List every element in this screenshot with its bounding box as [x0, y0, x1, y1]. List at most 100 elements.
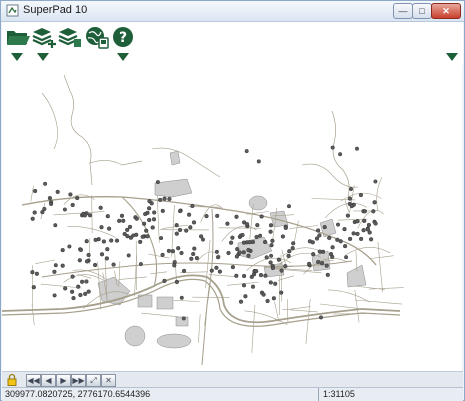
map-point — [194, 256, 199, 261]
map-point — [244, 149, 249, 154]
map-point — [342, 227, 347, 232]
map-point — [372, 200, 377, 205]
map-point — [322, 225, 327, 230]
road-line — [53, 211, 105, 216]
map-point — [276, 257, 281, 262]
road-line — [141, 312, 179, 318]
polygon-layer — [97, 150, 367, 349]
map-point — [234, 273, 239, 278]
road-line — [249, 203, 254, 240]
map-point — [280, 234, 285, 239]
map-point — [351, 231, 356, 236]
map-point — [254, 234, 259, 240]
add-layer-dropdown-arrow[interactable] — [37, 53, 49, 61]
road-line — [118, 276, 147, 280]
map-point — [246, 247, 251, 253]
map-point — [142, 221, 147, 226]
map-point — [261, 292, 266, 297]
map-point — [189, 256, 194, 261]
map-point — [362, 218, 367, 223]
road-line — [173, 300, 200, 302]
nav-lock-icon[interactable] — [6, 373, 18, 386]
map-point — [119, 213, 125, 218]
map-point — [229, 240, 234, 245]
toolbar: ? — [2, 22, 463, 65]
open-folder-icon[interactable] — [5, 25, 31, 49]
map-point — [53, 223, 58, 228]
next-extent-button[interactable]: ▶ — [56, 374, 71, 387]
coordinate-readout: 309977.0820725, 2776170.6544396 — [5, 389, 151, 399]
open-dropdown-arrow[interactable] — [11, 53, 23, 61]
map-point — [214, 249, 219, 254]
map-point — [92, 262, 98, 268]
road-line — [151, 147, 221, 178]
map-point — [126, 253, 131, 258]
toolbar-overflow-arrow[interactable] — [446, 53, 458, 61]
map-point — [147, 199, 152, 204]
map-point — [307, 261, 312, 266]
map-point — [68, 192, 73, 197]
map-point — [83, 291, 88, 296]
map-point — [104, 256, 109, 261]
map-point — [373, 221, 378, 226]
map-point — [70, 202, 75, 208]
map-point — [245, 222, 250, 227]
map-point — [147, 217, 152, 223]
map-point — [214, 265, 219, 270]
map-point — [181, 316, 186, 321]
last-extent-button[interactable]: ▶▶ — [71, 374, 86, 387]
map-point — [178, 209, 183, 214]
map-point — [158, 197, 163, 202]
map-point — [235, 247, 240, 252]
gps-globe-icon[interactable] — [84, 25, 110, 49]
map-canvas[interactable] — [2, 65, 462, 371]
help-icon[interactable]: ? — [111, 25, 137, 49]
map-point — [55, 189, 60, 194]
map-point — [317, 249, 322, 254]
maximize-button[interactable]: □ — [412, 3, 432, 19]
layer-settings-icon[interactable] — [57, 25, 83, 49]
road-line — [30, 185, 34, 202]
help-dropdown-arrow[interactable] — [117, 53, 129, 61]
map-point — [347, 196, 352, 201]
map-point — [286, 253, 291, 258]
map-point — [225, 221, 230, 226]
map-point — [358, 192, 363, 198]
map-point — [355, 219, 360, 224]
map-point — [325, 272, 330, 277]
map-point — [192, 246, 197, 251]
map-point — [349, 204, 354, 209]
map-point — [216, 255, 221, 260]
map-point — [343, 244, 348, 249]
road-line — [301, 163, 359, 188]
map-point — [87, 213, 93, 218]
map-point — [172, 263, 177, 268]
map-point — [160, 208, 165, 213]
map-point — [316, 259, 321, 265]
previous-extent-button[interactable]: ◀ — [41, 374, 56, 387]
map-point — [273, 281, 278, 286]
map-point — [209, 268, 214, 273]
add-layer-icon[interactable] — [31, 25, 57, 49]
map-point — [32, 210, 37, 215]
map-point — [147, 206, 152, 211]
road-line — [289, 225, 319, 229]
map-point — [349, 186, 354, 191]
map-point — [145, 234, 150, 239]
map-point — [215, 213, 220, 218]
map-point — [82, 213, 87, 218]
map-point — [144, 228, 149, 233]
clear-button[interactable]: ✕ — [101, 374, 116, 387]
map-point — [230, 265, 235, 270]
road-line — [376, 176, 383, 212]
map-svg[interactable] — [2, 65, 462, 371]
minimize-button[interactable]: — — [393, 3, 413, 19]
map-point — [361, 228, 366, 233]
full-extent-button[interactable]: ⤢ — [86, 374, 101, 387]
map-point — [268, 229, 273, 234]
map-point — [348, 236, 353, 241]
first-extent-button[interactable]: ◀◀ — [26, 374, 41, 387]
map-point — [134, 216, 139, 221]
close-button[interactable]: ✕ — [431, 3, 461, 19]
map-point — [71, 296, 76, 301]
